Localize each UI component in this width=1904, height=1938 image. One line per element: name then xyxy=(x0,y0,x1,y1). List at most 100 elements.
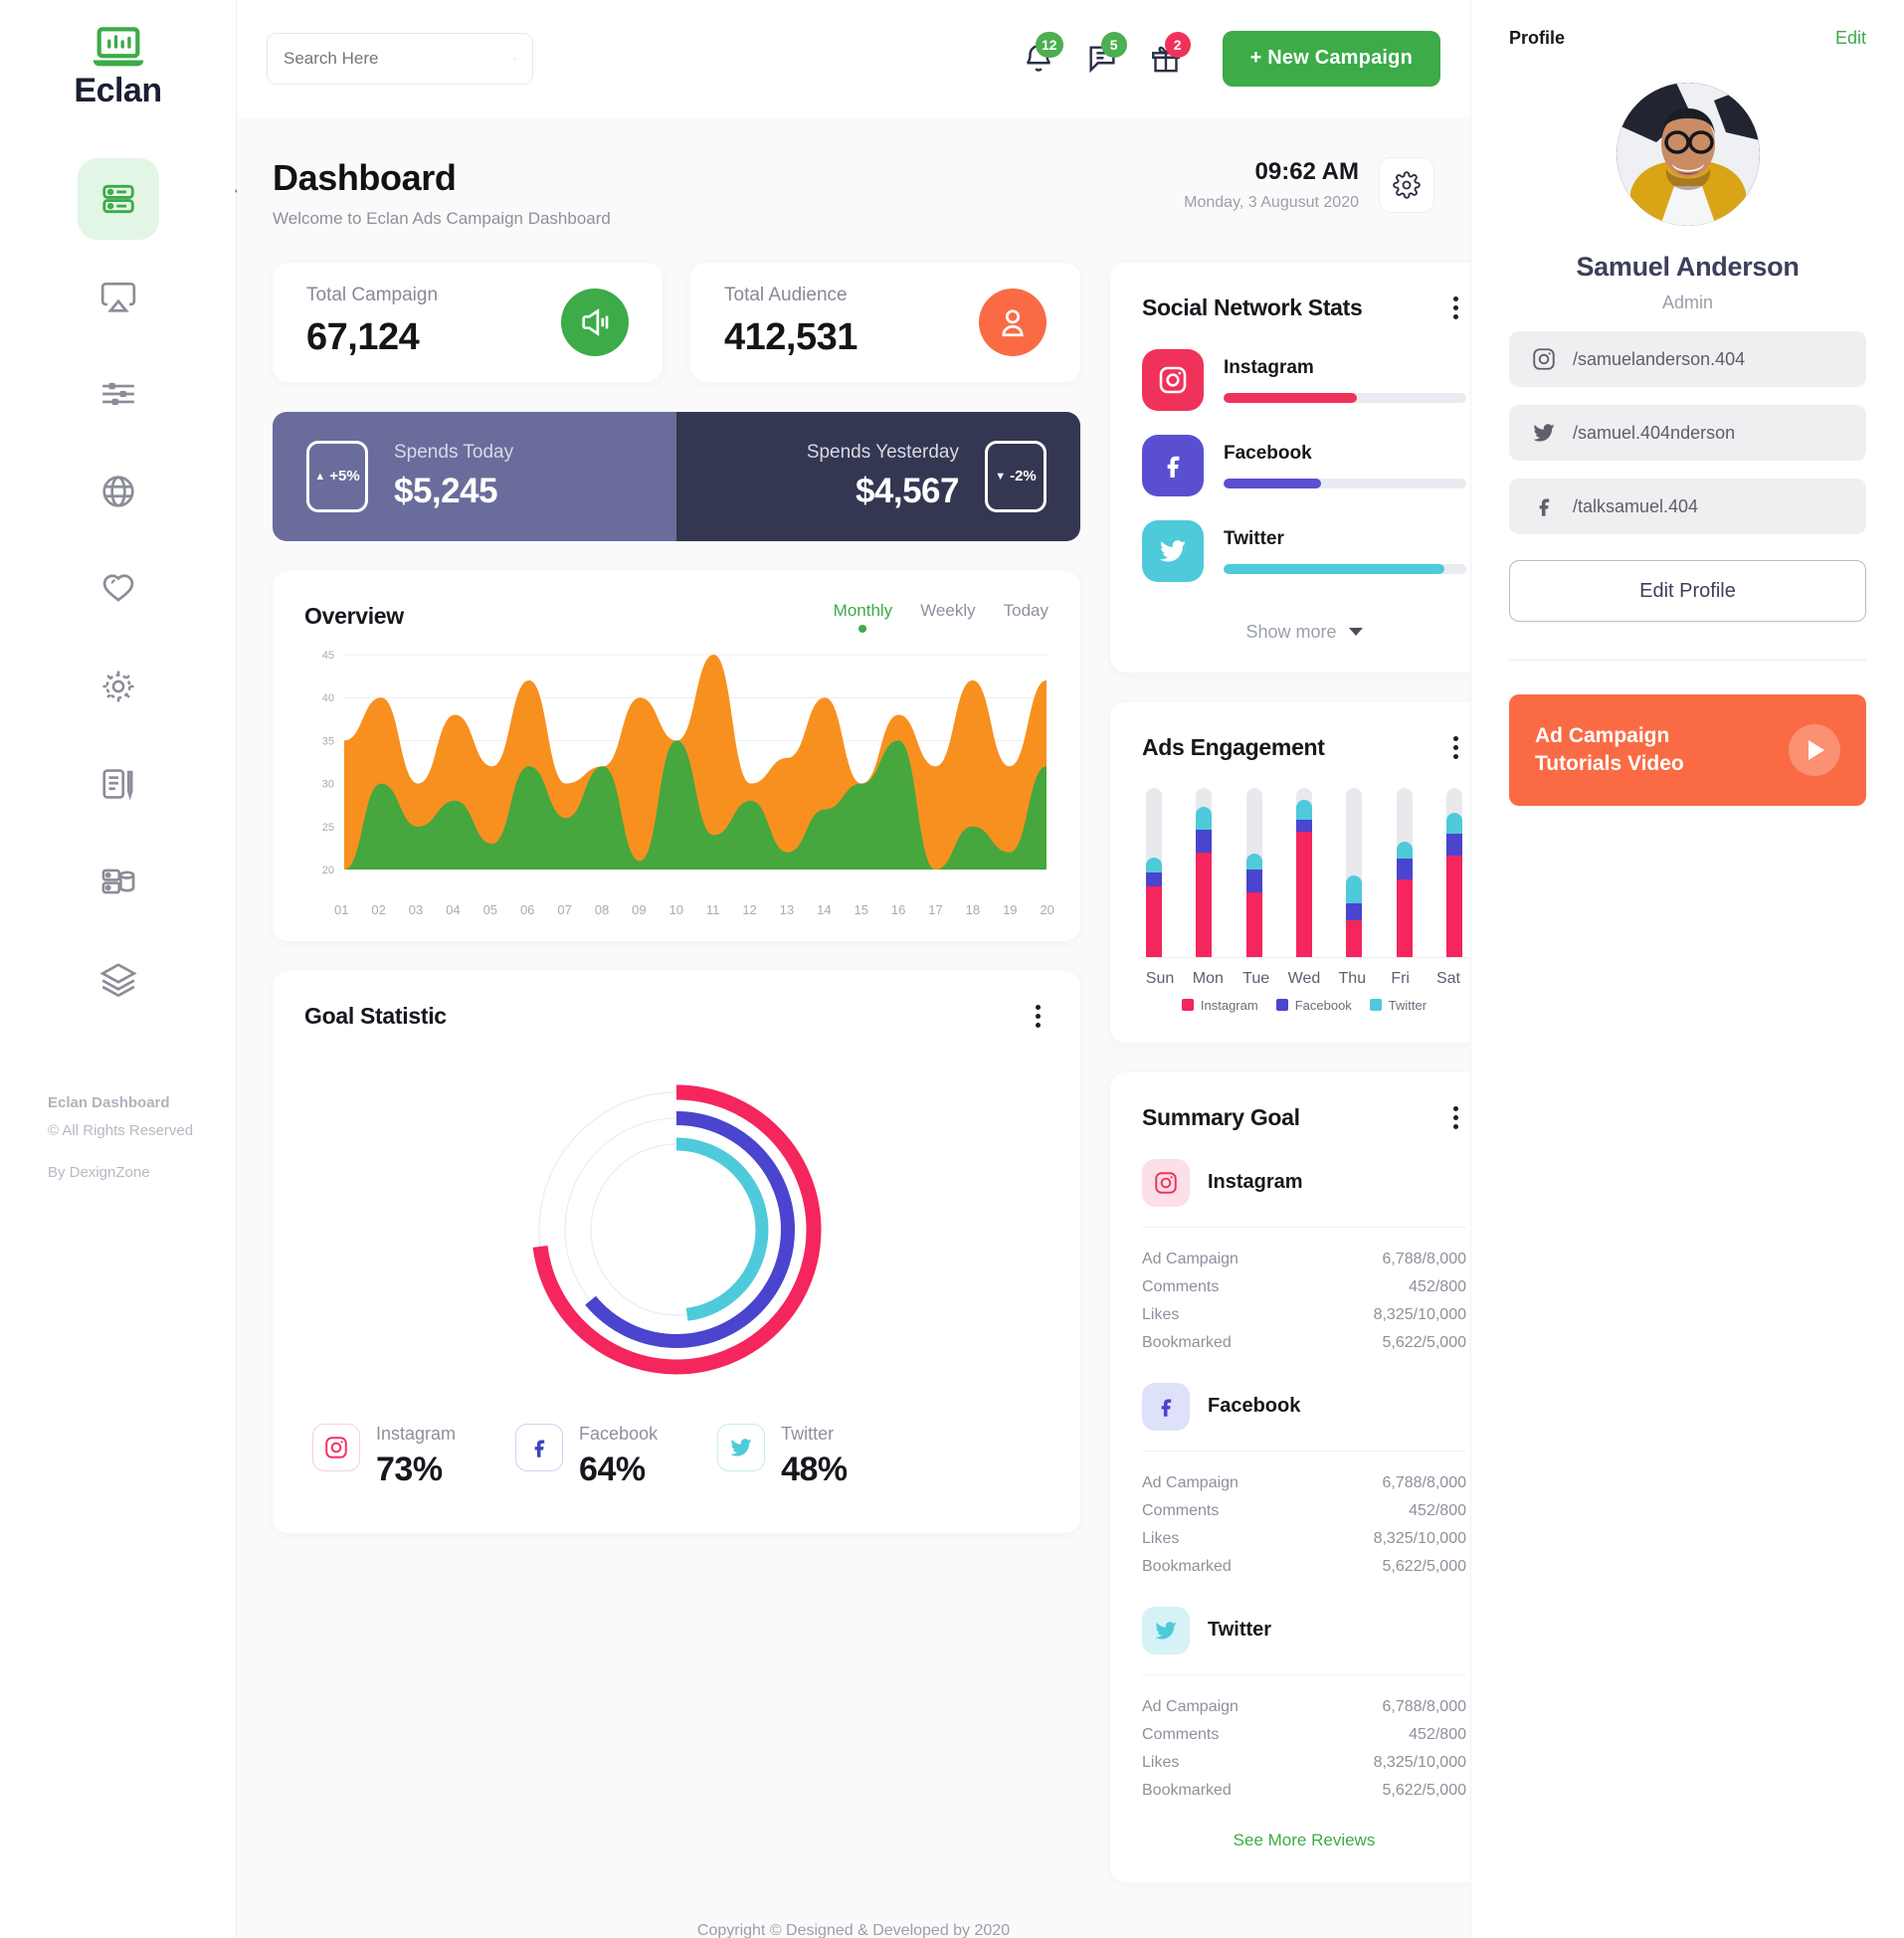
profile-heading: Profile xyxy=(1509,28,1566,48)
ads-legend-item: Instagram xyxy=(1181,998,1258,1013)
overview-x-tick: 13 xyxy=(779,901,795,917)
notifications-button[interactable]: 12 xyxy=(1016,31,1063,82)
profile-edit-link[interactable]: Edit xyxy=(1835,28,1866,49)
overview-card: Overview Monthly Weekly Today 20 25 30 35 40… xyxy=(273,570,1080,941)
profile-handle-facebook[interactable]: /talksamuel.404 xyxy=(1509,479,1866,534)
spends-today-label: Spends Today xyxy=(394,441,514,463)
sidebar-item-layers[interactable] xyxy=(78,938,159,1020)
overview-x-tick: 02 xyxy=(371,901,386,917)
social-show-more-label: Show more xyxy=(1245,621,1337,642)
sidebar-item-filters[interactable] xyxy=(78,353,159,435)
summary-goal-menu-button[interactable] xyxy=(1445,1102,1466,1133)
summary-row-value: 5,622/5,000 xyxy=(1382,1781,1466,1799)
avatar[interactable] xyxy=(1616,83,1760,226)
search-input[interactable] xyxy=(284,48,503,69)
sidebar-item-screen[interactable] xyxy=(78,256,159,337)
twitter-glyph xyxy=(1155,1622,1177,1640)
ads-segment-twitter xyxy=(1245,854,1262,870)
stat-label: Total Audience xyxy=(724,285,848,306)
right-column: Social Network Stats Instagram Facebook … xyxy=(1110,262,1470,1882)
avatar-photo xyxy=(1616,83,1760,226)
goal-statistic-menu-button[interactable] xyxy=(1028,1001,1048,1032)
ads-segment-facebook xyxy=(1146,872,1162,886)
overview-x-tick: 15 xyxy=(854,901,868,917)
ads-segment-facebook xyxy=(1245,869,1262,893)
instagram-glyph xyxy=(1159,366,1187,394)
goal-legend-name: Instagram xyxy=(376,1423,457,1444)
sidebar-item-favorites[interactable] xyxy=(78,548,159,630)
summary-row-label: Ad Campaign xyxy=(1142,1473,1238,1491)
overview-area-chart: 20 25 30 35 40 45 xyxy=(322,650,1047,876)
ads-bar-column xyxy=(1445,787,1462,957)
ads-engagement-menu-button[interactable] xyxy=(1445,732,1466,763)
social-show-more-button[interactable]: Show more xyxy=(1110,606,1470,673)
messages-button[interactable]: 5 xyxy=(1079,31,1127,82)
see-more-reviews-link[interactable]: See More Reviews xyxy=(1110,1805,1470,1882)
person-icon xyxy=(1002,309,1024,337)
ads-segment-facebook xyxy=(1295,820,1312,833)
brand-logo[interactable]: Eclan xyxy=(74,26,162,110)
ads-segment-facebook xyxy=(1396,859,1413,879)
goal-legend-value: 73% xyxy=(376,1450,443,1488)
tab-monthly[interactable]: Monthly xyxy=(834,601,893,633)
summary-row-label: Ad Campaign xyxy=(1142,1250,1238,1267)
ads-x-tick: Sun xyxy=(1145,969,1175,987)
tutorial-banner[interactable]: Ad Campaign Tutorials Video xyxy=(1509,694,1866,806)
sidebar-nav xyxy=(77,158,159,1020)
sidebar-item-reports[interactable] xyxy=(78,743,159,825)
instagram-icon xyxy=(1533,348,1555,370)
profile-handle-twitter[interactable]: /samuel.404nderson xyxy=(1509,405,1866,461)
ads-engagement-card: Ads Engagement Sun Mon Tue Wed Thu Fri S… xyxy=(1110,701,1470,1043)
goal-legend-value: 64% xyxy=(579,1450,646,1488)
spends-today: ▲ +5% Spends Today $5,245 xyxy=(273,411,676,541)
profile-handle-instagram[interactable]: /samuelanderson.404 xyxy=(1509,331,1866,387)
facebook-icon xyxy=(1142,434,1204,496)
ads-segment-instagram xyxy=(1445,855,1462,957)
sidebar-item-global[interactable] xyxy=(78,451,159,532)
summary-row-value: 452/800 xyxy=(1409,1501,1466,1519)
new-campaign-button[interactable]: + New Campaign xyxy=(1222,30,1440,87)
sidebar-item-settings[interactable] xyxy=(78,646,159,727)
legend-swatch xyxy=(1181,999,1194,1012)
spends-yesterday-delta: -2% xyxy=(1010,468,1037,485)
instagram-icon xyxy=(1142,348,1204,411)
goal-legend-text: Instagram 73% xyxy=(376,1424,456,1489)
ads-x-tick: Fri xyxy=(1391,969,1410,987)
gifts-button[interactable]: 2 xyxy=(1143,31,1191,82)
summary-row-label: Comments xyxy=(1142,1277,1220,1295)
search-box[interactable] xyxy=(267,32,533,85)
social-stats-menu-button[interactable] xyxy=(1445,292,1466,323)
tab-weekly[interactable]: Weekly xyxy=(920,601,975,633)
overview-x-tick: 04 xyxy=(446,901,461,917)
goal-legend-twitter: Twitter 48% xyxy=(717,1423,848,1489)
overview-x-tick: 17 xyxy=(928,901,943,917)
settings-button[interactable] xyxy=(1379,156,1434,213)
tab-today[interactable]: Today xyxy=(1004,601,1048,633)
ads-bar-column xyxy=(1146,787,1162,957)
server-dashboard-icon xyxy=(101,184,134,214)
social-row-name: Twitter xyxy=(1224,527,1284,549)
summary-goal-networks: Instagram Ad Campaign 6,788/8,000 Commen… xyxy=(1110,1133,1470,1805)
play-button[interactable] xyxy=(1789,724,1840,776)
summary-row-value: 452/800 xyxy=(1409,1277,1466,1295)
search-icon xyxy=(513,57,516,61)
summary-network-header: Twitter xyxy=(1142,1581,1466,1674)
spends-today-text: Spends Today $5,245 xyxy=(394,442,513,511)
gear-icon xyxy=(101,671,134,702)
sidebar-item-database[interactable] xyxy=(78,841,159,922)
ads-segment-twitter xyxy=(1146,857,1162,872)
edit-profile-button[interactable]: Edit Profile xyxy=(1509,560,1866,622)
overview-x-tick: 16 xyxy=(890,901,906,917)
sidebar-item-dashboard[interactable] xyxy=(77,158,159,240)
spends-yesterday-value: $4,567 xyxy=(855,471,960,510)
spends-yesterday: Spends Yesterday $4,567 ▼ -2% xyxy=(676,411,1080,541)
stat-icon-wrap xyxy=(561,288,629,356)
summary-row: Comments 452/800 xyxy=(1142,1721,1466,1749)
ads-segment-twitter xyxy=(1445,813,1462,834)
sliders-icon xyxy=(101,382,134,406)
profile-panel: Profile Edit Samuel Anderson Admin /samu… xyxy=(1470,0,1904,1938)
summary-row-value: 8,325/10,000 xyxy=(1373,1305,1466,1323)
ads-segment-twitter xyxy=(1196,806,1213,831)
legend-swatch xyxy=(1369,999,1382,1012)
goal-statistic-card: Goal Statistic Instagram 73% Facebook 64… xyxy=(273,970,1080,1533)
